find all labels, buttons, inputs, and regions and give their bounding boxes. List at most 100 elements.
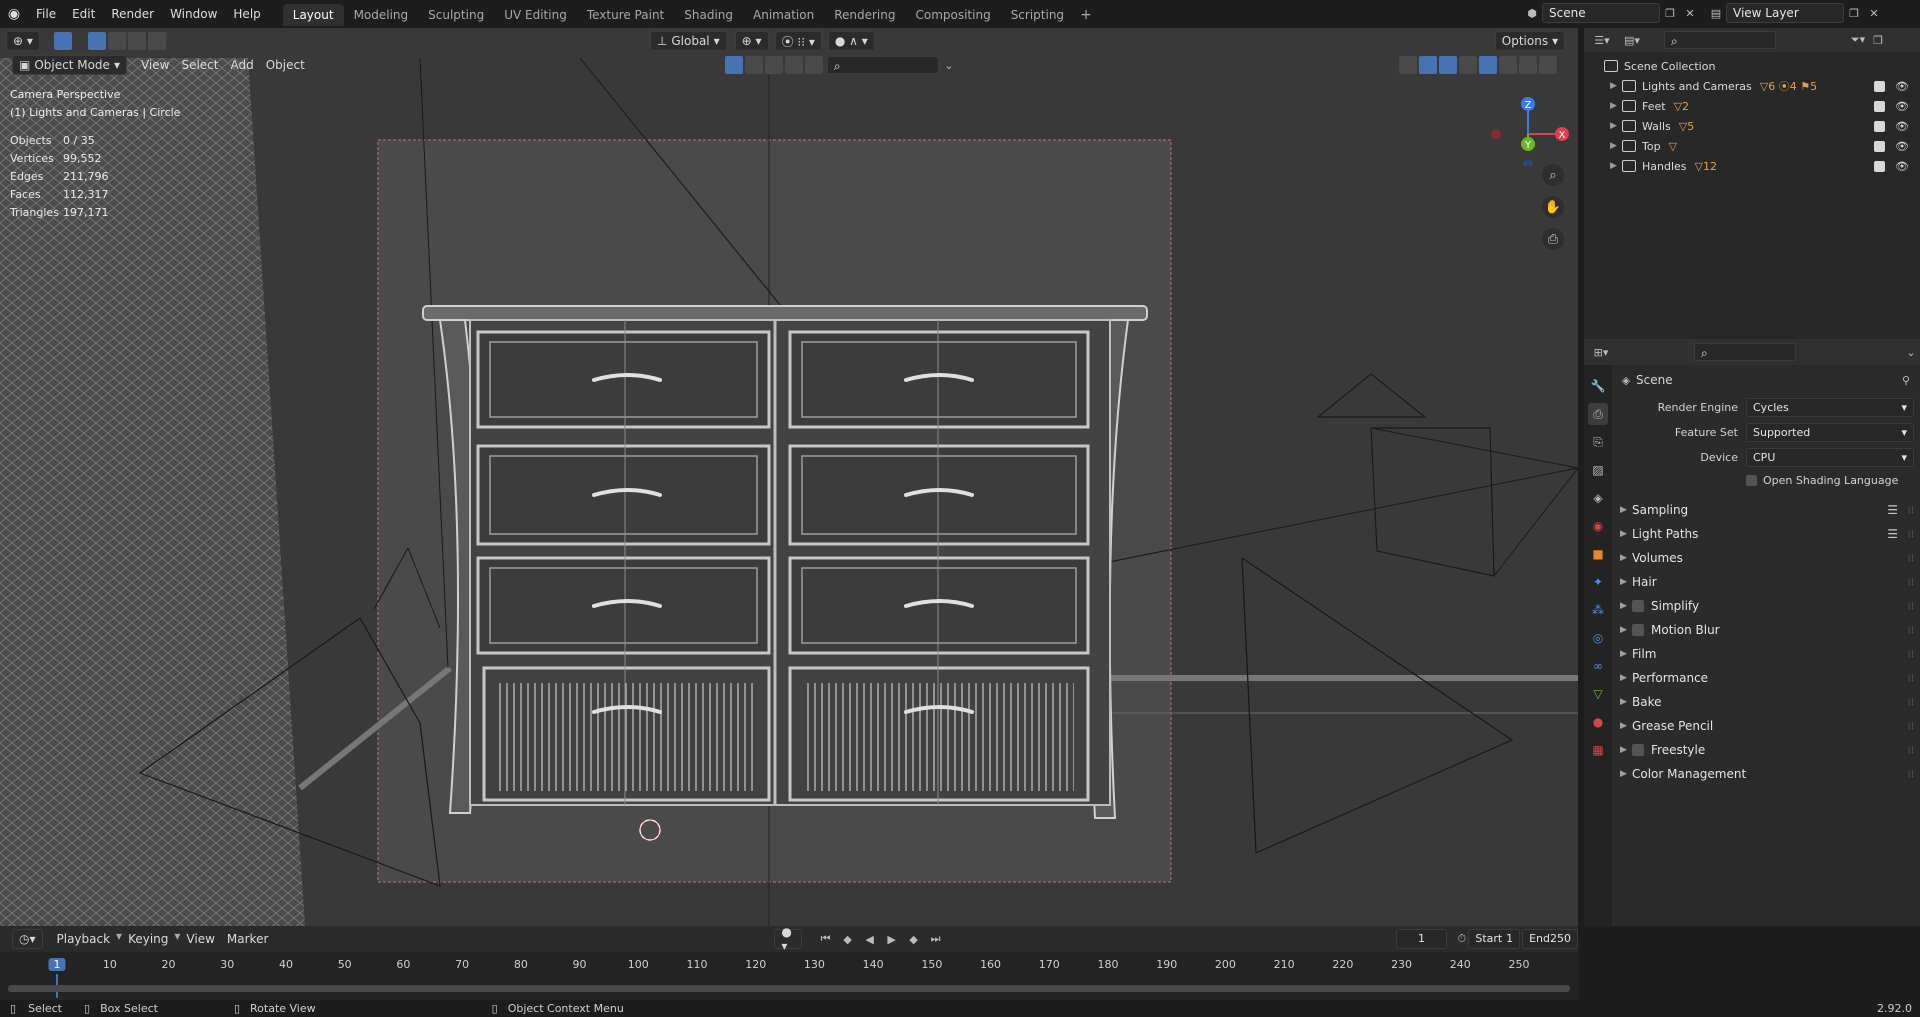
frame-ruler[interactable]: 1 10 20 30 40 50 60 70 80 90 100 110 120 130 140 150 160…	[0, 954, 1578, 998]
panel-expand-icon[interactable]: ▶	[1616, 505, 1632, 515]
outliner-row-handles[interactable]: ▶ Handles ▽12 👁	[1584, 156, 1920, 176]
menu-window[interactable]: Window	[162, 3, 225, 25]
eye-icon[interactable]: 👁	[1895, 120, 1909, 133]
mode-selector[interactable]: ▣ Object Mode ▾	[12, 55, 127, 75]
drag-grip-icon[interactable]: ⁞⁞	[1908, 745, 1914, 756]
panel-motion-blur[interactable]: ▶ Motion Blur ⁞⁞	[1616, 618, 1920, 642]
current-frame-field[interactable]: 1	[1395, 929, 1448, 949]
data-tab-icon[interactable]: ▽	[1588, 683, 1608, 705]
drag-grip-icon[interactable]: ⁞⁞	[1908, 697, 1914, 708]
object-tab-icon[interactable]: ■	[1588, 543, 1608, 565]
panel-enable-checkbox[interactable]	[1632, 600, 1644, 612]
select-new-icon[interactable]	[87, 32, 106, 50]
presets-list-icon[interactable]: ☰	[1887, 527, 1898, 541]
outliner-row-feet[interactable]: ▶ Feet ▽2 👁	[1584, 96, 1920, 116]
material-shading-icon[interactable]	[764, 56, 783, 74]
options-button[interactable]: Options ▾	[1494, 31, 1566, 51]
menu-file[interactable]: File	[28, 3, 64, 25]
panel-simplify[interactable]: ▶ Simplify ⁞⁞	[1616, 594, 1920, 618]
viewport-search-input[interactable]: ⌕	[826, 56, 939, 74]
tab-rendering[interactable]: Rendering	[824, 4, 905, 26]
eye-icon[interactable]: 👁	[1895, 100, 1909, 113]
viewport-menu-select[interactable]: Select	[175, 55, 224, 75]
eye-icon[interactable]: 👁	[1895, 160, 1909, 173]
osl-checkbox[interactable]	[1746, 474, 1757, 486]
panel-expand-icon[interactable]: ▶	[1616, 577, 1632, 587]
panel-expand-icon[interactable]: ▶	[1616, 553, 1632, 563]
view-layer-tab-icon[interactable]: ▨	[1588, 459, 1608, 481]
shading-material-icon[interactable]	[1518, 56, 1537, 74]
world-tab-icon[interactable]: ◉	[1588, 515, 1608, 537]
3d-viewport[interactable]: ⊕ ▾ ⊥ Global ▾ ⊕ ▾ ⦿ ⁝⁝ ▾ ● ∧ ▾ Options ▾ …	[0, 28, 1578, 926]
drag-grip-icon[interactable]: ⁞⁞	[1908, 673, 1914, 684]
panel-enable-checkbox[interactable]	[1632, 744, 1644, 756]
timeline-menu-keying[interactable]: Keying	[122, 929, 174, 949]
timeline-scrollbar[interactable]	[8, 985, 1570, 992]
panel-expand-icon[interactable]: ▶	[1616, 625, 1632, 635]
panel-enable-checkbox[interactable]	[1632, 624, 1644, 636]
gizmo-toggle-icon[interactable]	[1418, 56, 1437, 74]
outliner-row-lights-and-cameras[interactable]: ▶ Lights and Cameras ▽6 ⦿4 ⚑5 👁	[1584, 76, 1920, 96]
panel-expand-icon[interactable]: ▶	[1616, 721, 1632, 731]
eye-icon[interactable]: 👁	[1895, 80, 1909, 93]
zoom-icon[interactable]: ⌕	[1542, 164, 1564, 186]
outliner-row-walls[interactable]: ▶ Walls ▽5 👁	[1584, 116, 1920, 136]
auto-keying-toggle[interactable]: ● ▾	[774, 925, 802, 953]
delete-view-layer-icon[interactable]: ✕	[1864, 3, 1884, 23]
drag-grip-icon[interactable]: ⁞⁞	[1908, 553, 1914, 564]
timeline-editor-icon[interactable]: ◷▾	[12, 929, 43, 949]
transform-orientation[interactable]: ⊥ Global ▾	[649, 31, 727, 51]
play-icon[interactable]: ▶	[882, 929, 902, 949]
outliner-row-top[interactable]: ▶ Top ▽ 👁	[1584, 136, 1920, 156]
camera-view-icon[interactable]	[804, 56, 823, 74]
neg-x-axis-icon[interactable]	[1491, 129, 1501, 139]
panel-light-paths[interactable]: ▶ Light Paths ☰ ⁞⁞	[1616, 522, 1920, 546]
panel-freestyle[interactable]: ▶ Freestyle ⁞⁞	[1616, 738, 1920, 762]
menu-render[interactable]: Render	[103, 3, 162, 25]
panel-sampling[interactable]: ▶ Sampling ☰ ⁞⁞	[1616, 498, 1920, 522]
new-scene-icon[interactable]: ❐	[1660, 3, 1680, 23]
properties-options-icon[interactable]: ⌄	[1902, 342, 1920, 362]
panel-expand-icon[interactable]: ▶	[1616, 697, 1632, 707]
shading-solid-icon[interactable]	[1498, 56, 1517, 74]
snap-selector[interactable]: ⦿ ⁝⁝ ▾	[774, 31, 822, 51]
display-mode-icon[interactable]: ▤▾	[1622, 30, 1642, 50]
expand-arrow-icon[interactable]: ▶	[1610, 121, 1622, 131]
pivot-point-selector[interactable]: ⊕ ▾	[734, 31, 769, 51]
new-collection-icon[interactable]: ❐	[1868, 30, 1888, 50]
overlay-toggle-icon[interactable]	[1438, 56, 1457, 74]
solid-shading-icon[interactable]	[744, 56, 763, 74]
tab-texture-paint[interactable]: Texture Paint	[577, 4, 674, 26]
presets-list-icon[interactable]: ☰	[1887, 503, 1898, 517]
scene-collection-row[interactable]: Scene Collection	[1584, 56, 1920, 76]
drag-grip-icon[interactable]: ⁞⁞	[1908, 721, 1914, 732]
select-tool-icon[interactable]	[53, 32, 72, 50]
panel-expand-icon[interactable]: ▶	[1616, 649, 1632, 659]
blender-logo-icon[interactable]: ◉	[0, 0, 28, 28]
drag-grip-icon[interactable]: ⁞⁞	[1908, 625, 1914, 636]
modifier-tab-icon[interactable]: ✦	[1588, 571, 1608, 593]
panel-bake[interactable]: ▶ Bake ⁞⁞	[1616, 690, 1920, 714]
select-subtract-icon[interactable]	[127, 32, 146, 50]
expand-arrow-icon[interactable]: ▶	[1610, 101, 1622, 111]
wireframe-shading-icon[interactable]	[724, 56, 743, 74]
expand-arrow-icon[interactable]: ▶	[1610, 161, 1622, 171]
panel-film[interactable]: ▶ Film ⁞⁞	[1616, 642, 1920, 666]
start-frame-field[interactable]: Start 1	[1468, 929, 1521, 949]
tab-scripting[interactable]: Scripting	[1001, 4, 1074, 26]
tab-shading[interactable]: Shading	[674, 4, 743, 26]
properties-editor-icon[interactable]: ⊞▾	[1592, 342, 1610, 362]
feature-set-dropdown[interactable]: Supported ▾	[1746, 423, 1914, 442]
exclude-checkbox[interactable]	[1874, 140, 1885, 152]
filter-icon[interactable]: ⏷▾	[1848, 30, 1868, 50]
delete-scene-icon[interactable]: ✕	[1680, 3, 1700, 23]
drag-grip-icon[interactable]: ⁞⁞	[1908, 769, 1914, 780]
viewport-menu-add[interactable]: Add	[224, 55, 259, 75]
eye-icon[interactable]: 👁	[1895, 140, 1909, 153]
view-layer-icon[interactable]: ▤	[1706, 3, 1726, 23]
tab-sculpting[interactable]: Sculpting	[418, 4, 494, 26]
jump-start-icon[interactable]: ⏮	[816, 929, 836, 949]
select-extend-icon[interactable]	[107, 32, 126, 50]
pan-hand-icon[interactable]: ✋	[1542, 196, 1564, 218]
view-layer-field[interactable]: View Layer	[1726, 3, 1844, 23]
